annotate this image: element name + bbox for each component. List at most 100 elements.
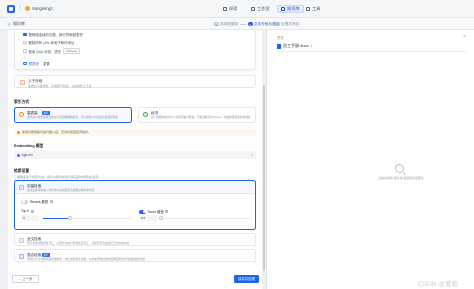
retrieval-settings-heading: 检索设置 (14, 169, 30, 173)
settings-panel: 替换掉连续的空格、换行符和制表符 删除所有 URL 和电子邮件地址 使用 Q&A… (8, 30, 262, 289)
app-logo-icon[interactable] (7, 5, 15, 13)
step-number: 3 (275, 21, 280, 27)
back-to-knowledge[interactable]: ‹ 知识库 (7, 21, 25, 27)
slider-handle[interactable] (158, 215, 164, 221)
checkbox-icon[interactable] (23, 40, 27, 45)
rule-label: 替换掉连续的空格、换行符和制表符 (28, 33, 83, 37)
step-number: 2 (248, 21, 253, 27)
preview-label: 预览块 (28, 62, 39, 66)
breadcrumb-separator: / (19, 5, 21, 11)
step-header: ‹ 知识库 1 选择数据源 2 文本分段与清洗 3 处理并完成 (0, 18, 474, 30)
slider-handle[interactable] (67, 215, 73, 221)
close-icon[interactable]: ✕ (463, 34, 466, 38)
rule-label: 使用 Q&A 分段，语言 (28, 49, 62, 54)
preview-title: 预览 (277, 36, 284, 40)
help-icon[interactable] (165, 210, 169, 213)
step-number: 1 (214, 21, 219, 27)
nav-knowledge[interactable]: 知识库 (277, 5, 304, 13)
document-icon (277, 43, 281, 49)
retrieval-settings-subtitle: 了解更多关于检索方法，您可以随时在知识库设置中更改此设置。 (14, 174, 102, 179)
score-threshold-slider[interactable] (158, 215, 251, 221)
score-label: Score 阈值 (147, 210, 164, 214)
parent-child-icon (20, 80, 25, 85)
economy-icon (143, 111, 148, 117)
mode-desc: 每个数据块使用10个关键词进行检索，不会消耗任何tokens，但会降低检索的准确… (151, 115, 251, 119)
step-label: 选择数据源 (220, 21, 238, 26)
studio-icon (251, 7, 255, 11)
language-select[interactable]: Chinese (63, 48, 81, 54)
topk-slider[interactable] (43, 215, 133, 221)
score-threshold-label-row: Score 阈值 (139, 209, 169, 214)
chevron-down-icon: ▾ (310, 44, 313, 48)
score-threshold-input[interactable]: 0.5 (139, 215, 157, 221)
vector-search-option[interactable]: 向量检索 通过生成查询嵌入并查询与其向量表示最相似的文本分段 Rerank 模型… (14, 180, 256, 230)
rerank-toggle[interactable] (21, 199, 28, 204)
fulltext-search-icon (19, 238, 24, 243)
hybrid-search-icon (19, 254, 24, 259)
settings-scrollbar[interactable] (263, 85, 265, 271)
score-threshold-toggle[interactable] (139, 209, 146, 214)
topk-label-row: Top K (21, 209, 34, 213)
step-connector (240, 24, 246, 25)
index-mode-economy[interactable]: 经济 每个数据块使用10个关键词进行检索，不会消耗任何tokens，但会降低检索… (138, 107, 256, 123)
preview-panel: 预览 ✕ 员工手册.docx ▾ 点击左侧的"预览块"按钮来加载预览 (267, 30, 474, 289)
fulltext-search-option[interactable]: 全文检索 索引文档中的所有词汇，从而允许用户查询任意词汇，并返回包含这些词汇的文… (14, 233, 256, 246)
checkbox-icon[interactable] (23, 49, 27, 53)
recommend-badge: 推荐 (42, 111, 51, 115)
preview-divider (277, 51, 467, 52)
previous-label: 上一步 (22, 277, 33, 281)
topk-input[interactable]: 3 (21, 215, 39, 221)
mode-desc: 调用嵌入模型处理文档以实现更精确的检索，可以帮助LLM生成高质量的答案 (27, 115, 119, 119)
option-desc: 使用父子模式时，子块用于检索，父块用作上下文 (28, 83, 92, 88)
topk-label: Top K (21, 209, 30, 213)
chevron-down-icon: ▾ (251, 153, 253, 157)
checkbox-checked-icon[interactable] (23, 32, 27, 37)
rule-delete-urls[interactable]: 删除所有 URL 和电子邮件地址 (23, 40, 74, 45)
arrow-left-icon: ‹ (7, 22, 11, 26)
previous-step-button[interactable]: ← 上一步 (12, 275, 39, 283)
search-icon (23, 61, 27, 66)
preview-chunks-button[interactable]: 预览块 (23, 61, 39, 66)
index-mode-heading: 索引方式 (14, 100, 30, 104)
vector-search-header: 向量检索 通过生成查询嵌入并查询与其向量表示最相似的文本分段 (15, 181, 255, 194)
search-icon (395, 164, 404, 173)
step-select-source: 1 选择数据源 (214, 22, 238, 27)
rule-replace-spaces[interactable]: 替换掉连续的空格、换行符和制表符 (23, 32, 83, 37)
embedding-model-select[interactable]: bge-m3 ▾ (14, 151, 256, 159)
workspace-avatar[interactable] (25, 6, 30, 11)
recommend-badge: 推荐 (42, 252, 51, 257)
top-navigation-bar: / Songming... ▾ 探索 工作室 知识库 工具 (0, 0, 474, 18)
reset-button[interactable]: 重置 (43, 61, 50, 66)
nav-tools[interactable]: 工具 (303, 5, 323, 13)
parent-child-segment-option[interactable]: 父子分段 使用父子模式时，子块用于检索，父块用作上下文 (14, 75, 256, 88)
preview-file-name: 员工手册.docx (283, 43, 309, 48)
option-desc: 索引文档中的所有词汇，从而允许用户查询任意词汇，并返回包含这些词汇的文本片段 (27, 242, 130, 245)
preview-file-select[interactable]: 员工手册.docx ▾ (277, 43, 312, 49)
step-label: 处理并完成 (281, 21, 299, 26)
index-mode-high-quality[interactable]: 高质量 推荐 调用嵌入模型处理文档以实现更精确的检索，可以帮助LLM生成高质量的… (14, 107, 132, 123)
back-label: 知识库 (13, 21, 25, 26)
vector-search-icon (19, 185, 24, 190)
chevron-down-icon[interactable]: ▾ (51, 6, 53, 10)
nav-studio-label: 工作室 (257, 6, 270, 11)
step-process-finish: 3 处理并完成 (275, 22, 299, 27)
help-icon[interactable] (50, 200, 54, 203)
watermark: CSDN @爱萌 (418, 281, 458, 288)
rule-label: 删除所有 URL 和电子邮件地址 (28, 41, 75, 45)
help-icon[interactable] (30, 209, 34, 213)
hybrid-search-option[interactable]: 混合检索 推荐 同时执行全文检索和向量检索，并应用重排序步骤，从两类查询结果中选… (14, 249, 256, 262)
preview-empty-text: 点击左侧的"预览块"按钮来加载预览 (378, 176, 424, 180)
tools-icon (306, 7, 310, 11)
rerank-row: Rerank 模型 (21, 199, 54, 204)
knowledge-icon (281, 7, 285, 11)
index-mode-warning: 使用高质量模式进行嵌入后，无法切换回经济模式。 (14, 129, 256, 136)
rule-qa-segment[interactable]: 使用 Q&A 分段，语言 Chinese (23, 48, 81, 54)
explore-icon (223, 7, 227, 11)
segment-rules-card: 替换掉连续的空格、换行符和制表符 删除所有 URL 和电子邮件地址 使用 Q&A… (14, 30, 256, 70)
nav-studio[interactable]: 工作室 (248, 5, 273, 13)
nav-explore[interactable]: 探索 (220, 5, 240, 13)
nav-explore-label: 探索 (229, 6, 238, 11)
embedding-model-value: bge-m3 (22, 153, 33, 157)
nav-knowledge-label: 知识库 (287, 6, 300, 11)
save-and-process-button[interactable]: 保存并处理 (234, 275, 259, 283)
